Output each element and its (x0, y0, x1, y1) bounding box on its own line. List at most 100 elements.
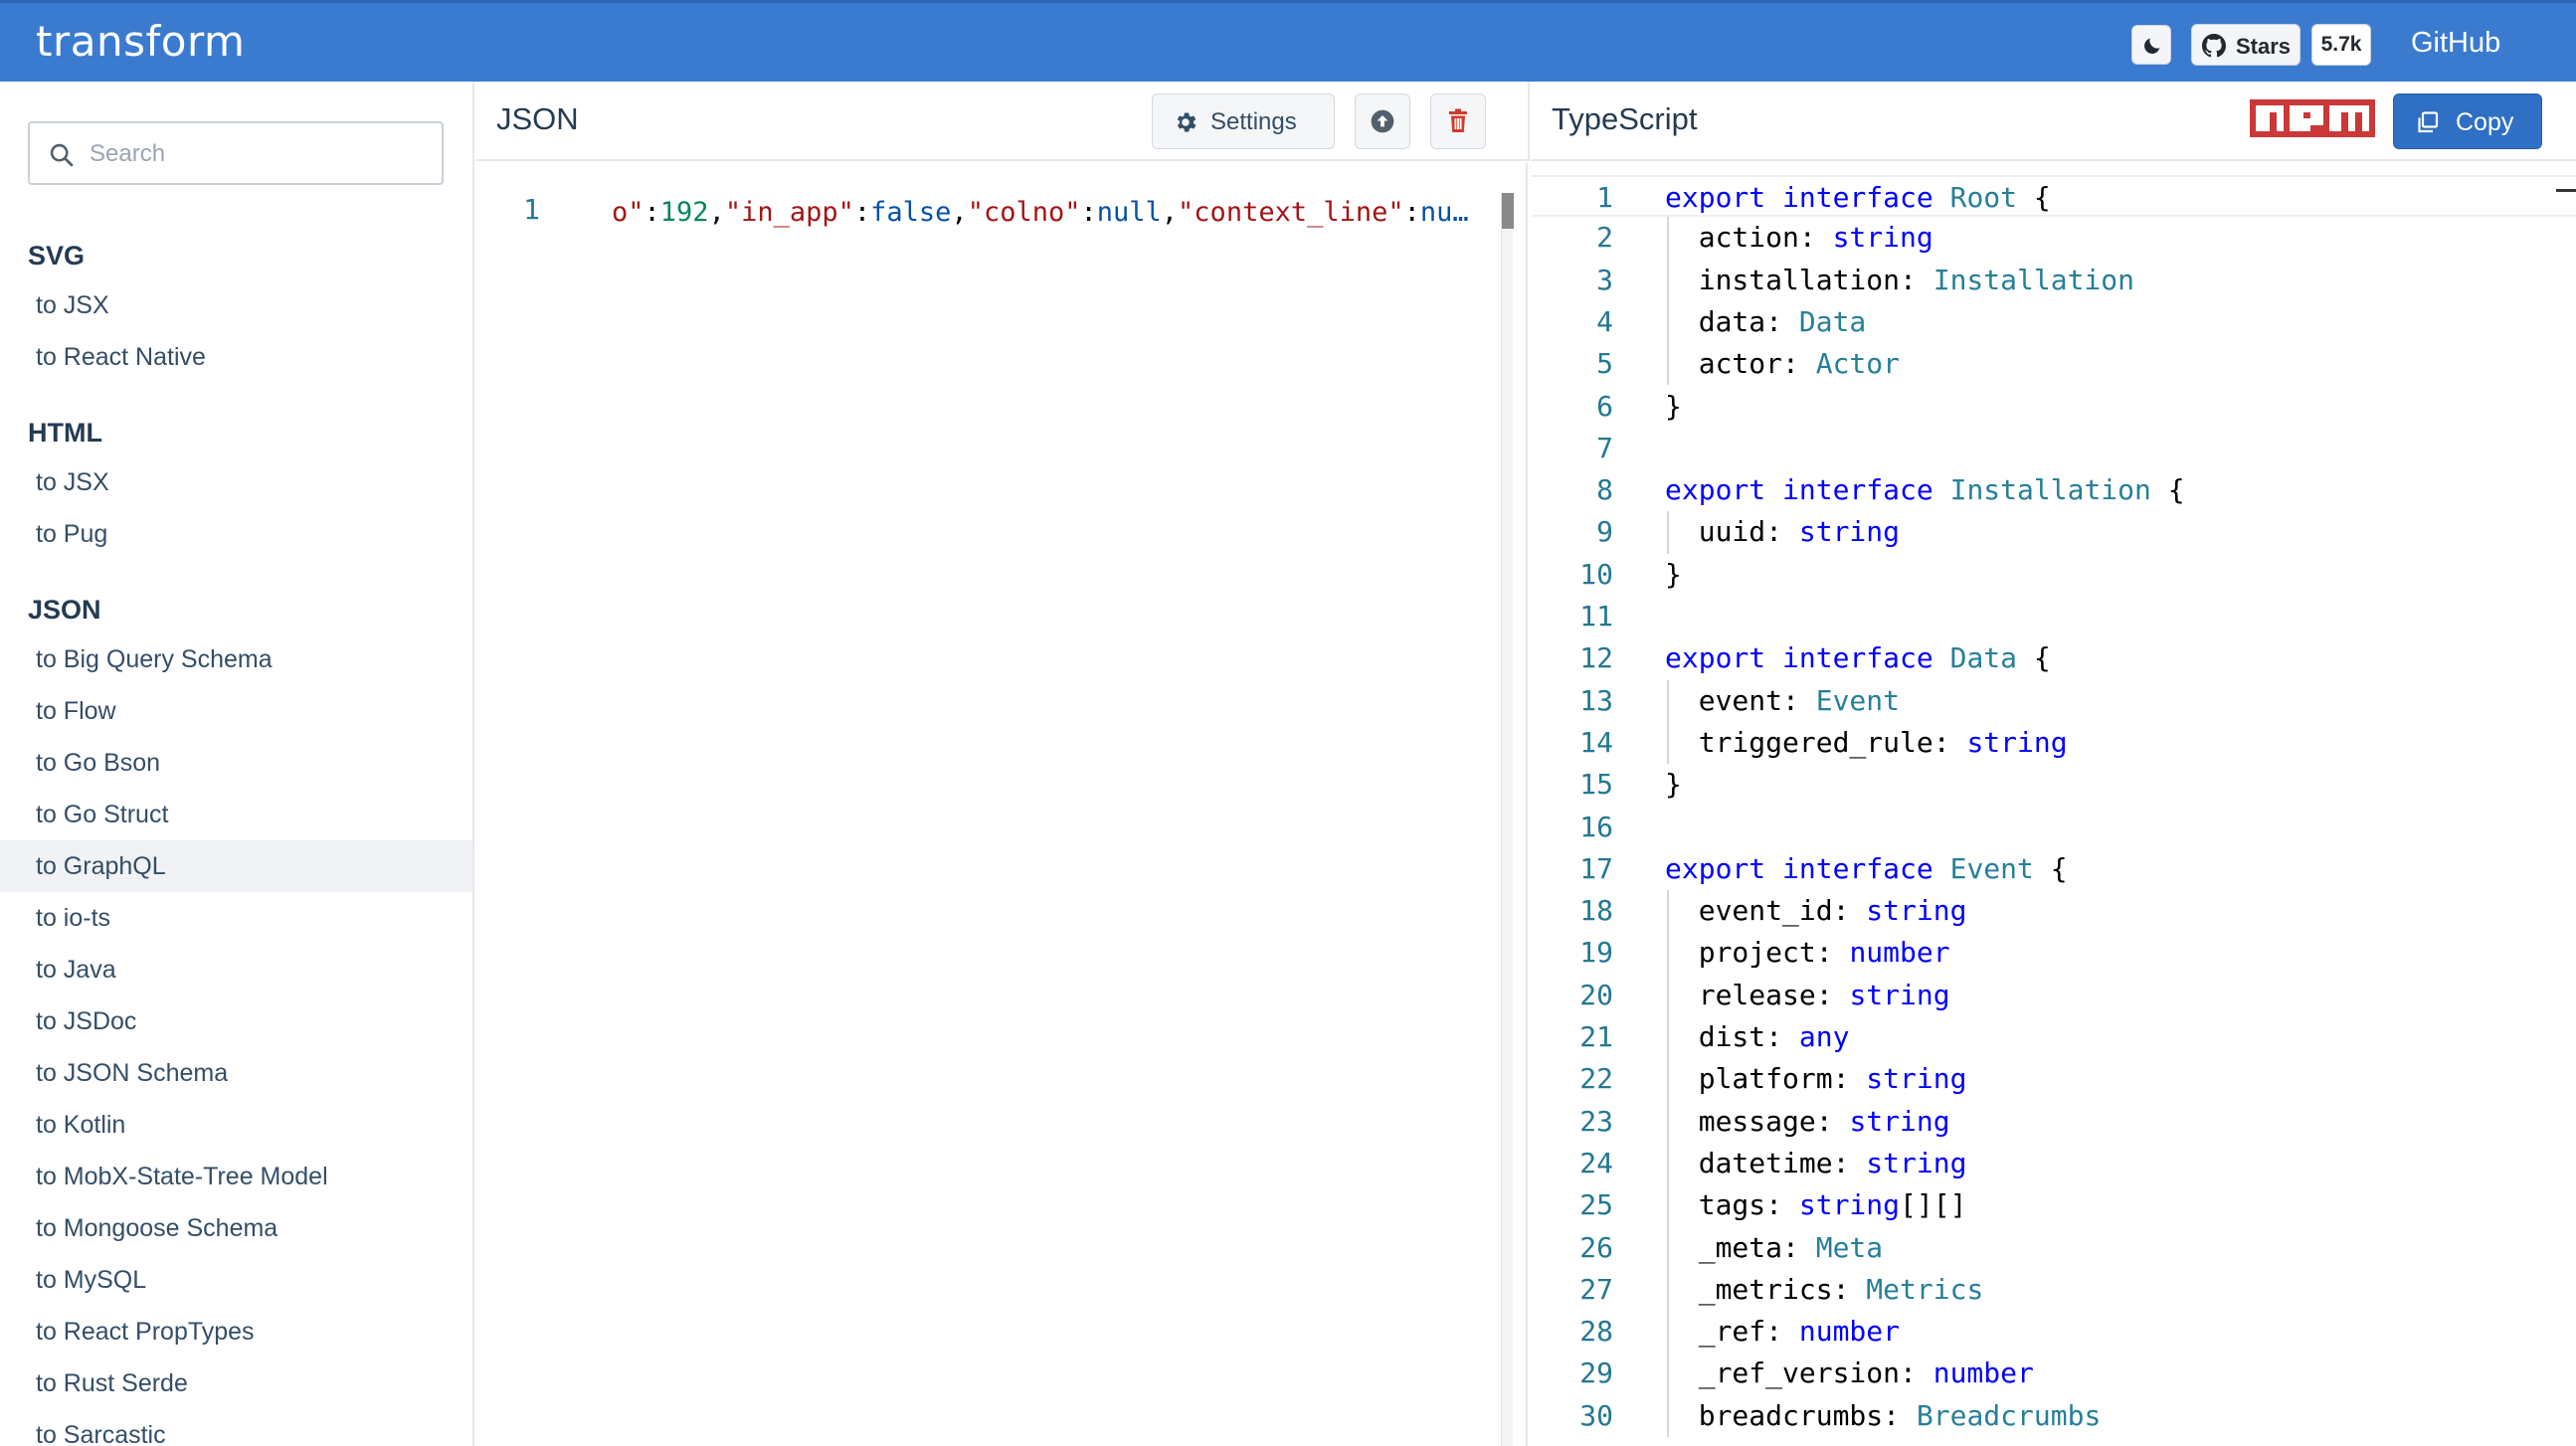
ts-token: event_id: (1665, 894, 1867, 928)
sidebar-item-mysql[interactable]: to MySQL (0, 1254, 472, 1306)
sidebar-item-flow[interactable]: to Flow (0, 685, 472, 737)
ts-token: export (1665, 473, 1766, 507)
json-editor[interactable]: 1 o":192,"in_app":false,"colno":null,"co… (476, 163, 1528, 1446)
ts-code-line[interactable]: 26 _meta: Meta (1532, 1227, 2576, 1269)
sidebar-item-java[interactable]: to Java (0, 944, 472, 995)
ts-code-line[interactable]: 15} (1532, 764, 2576, 806)
ts-code-line[interactable]: 27 _metrics: Metrics (1532, 1269, 2576, 1311)
settings-label: Settings (1210, 108, 1297, 135)
sidebar-item-html-to-pug[interactable]: to Pug (0, 508, 472, 560)
ts-line-number: 18 (1579, 894, 1613, 928)
npm-logo[interactable] (2250, 99, 2375, 137)
indent-guide (1667, 890, 1669, 1437)
stars-count[interactable]: 5.7k (2311, 24, 2371, 66)
json-token: "colno" (967, 197, 1081, 228)
theme-toggle-button[interactable] (2131, 25, 2171, 65)
ts-code-line[interactable]: 5 actor: Actor (1532, 343, 2576, 385)
ts-token (1933, 181, 1950, 214)
ts-line-code: data: Data (1665, 301, 1867, 343)
ts-code-line[interactable]: 22 platform: string (1532, 1058, 2576, 1100)
sidebar-item-go-bson[interactable]: to Go Bson (0, 737, 472, 789)
sidebar-item-html-to-jsx[interactable]: to JSX (0, 456, 472, 508)
ts-token: triggered_rule: (1665, 725, 1967, 759)
json-token: o" (612, 197, 644, 228)
ts-token: interface (1782, 641, 1933, 675)
ts-code-line[interactable]: 18 event_id: string (1532, 890, 2576, 932)
ts-line-number: 6 (1596, 389, 1613, 423)
ts-line-number: 26 (1579, 1230, 1613, 1264)
ts-code-line[interactable]: 20 release: string (1532, 975, 2576, 1016)
sidebar-item-mongoose-schema[interactable]: to Mongoose Schema (0, 1202, 472, 1254)
json-token: "in_app" (724, 197, 854, 228)
ts-token: installation: (1665, 263, 1933, 296)
upload-button[interactable] (1355, 93, 1410, 149)
ts-line-code: message: string (1665, 1101, 1950, 1143)
sidebar-item-sarcastic[interactable]: to Sarcastic (0, 1409, 472, 1446)
ts-code-line[interactable]: 19 project: number (1532, 932, 2576, 974)
settings-button[interactable]: Settings (1152, 93, 1335, 149)
json-vertical-scrollbar[interactable] (1501, 193, 1514, 1446)
sidebar-item-kotlin[interactable]: to Kotlin (0, 1099, 472, 1151)
ts-code-line[interactable]: 21 dist: any (1532, 1016, 2576, 1058)
ts-code-line[interactable]: 13 event: Event (1532, 680, 2576, 722)
sidebar-item-graphql[interactable]: to GraphQL (0, 840, 472, 892)
ts-code-line[interactable]: 7 (1532, 428, 2576, 469)
ts-code-line[interactable]: 30 breadcrumbs: Breadcrumbs (1532, 1395, 2576, 1437)
ts-code-line[interactable]: 4 data: Data (1532, 301, 2576, 343)
ts-code-line[interactable]: 12 export interface Data { (1532, 637, 2576, 679)
sidebar-item-svg-to-react-native[interactable]: to React Native (0, 331, 472, 383)
github-link[interactable]: GitHub (2411, 27, 2500, 60)
ts-code-line[interactable]: 24 datetime: string (1532, 1143, 2576, 1184)
ts-line-code: tags: string[][] (1665, 1184, 1967, 1226)
sidebar-item-big-query-schema[interactable]: to Big Query Schema (0, 633, 472, 685)
ts-code-line[interactable]: 16 (1532, 807, 2576, 848)
sidebar-item-rust-serde[interactable]: to Rust Serde (0, 1357, 472, 1409)
gear-icon (1177, 112, 1196, 132)
ts-code-line[interactable]: 11 (1532, 596, 2576, 637)
sidebar-item-react-proptypes[interactable]: to React PropTypes (0, 1306, 472, 1357)
typescript-output-editor[interactable]: 1 export interface Root {2 action: string… (1532, 163, 2576, 1446)
ts-code-line[interactable]: 1 export interface Root { (1532, 175, 2576, 217)
json-token: nu… (1419, 197, 1469, 228)
delete-button[interactable] (1430, 93, 1486, 149)
ts-line-code: installation: Installation (1665, 260, 2134, 301)
ts-token (1765, 473, 1782, 506)
ts-code-line[interactable]: 17 export interface Event { (1532, 848, 2576, 890)
sidebar-item-go-struct[interactable]: to Go Struct (0, 789, 472, 840)
sidebar-item-svg-to-jsx[interactable]: to JSX (0, 279, 472, 331)
sidebar-item-json-schema[interactable]: to JSON Schema (0, 1047, 472, 1099)
ts-code-line[interactable]: 23 message: string (1532, 1101, 2576, 1143)
sidebar-item-jsdoc[interactable]: to JSDoc (0, 995, 472, 1047)
ts-token: number (1798, 1315, 1901, 1349)
ts-line-number: 7 (1596, 431, 1613, 464)
ts-line-number: 1 (1596, 181, 1613, 214)
json-scroll-thumb[interactable] (1502, 193, 1514, 229)
ts-code-line[interactable]: 25 tags: string[][] (1532, 1184, 2576, 1226)
ts-code-line[interactable]: 3 installation: Installation (1532, 260, 2576, 301)
ts-token: any (1798, 1020, 1850, 1053)
json-code-line[interactable]: o":192,"in_app":false,"colno":null,"cont… (612, 193, 1501, 233)
json-token: : (1080, 197, 1097, 228)
search-icon (50, 143, 74, 167)
top-header: transform Stars 5.7k GitHub (0, 0, 2576, 82)
json-token: false (870, 197, 952, 228)
ts-code-line[interactable]: 6} (1532, 386, 2576, 428)
ts-line-code: event: Event (1665, 680, 1900, 722)
ts-token: Installation (1949, 473, 2151, 507)
ts-token: } (1665, 768, 1682, 802)
copy-button[interactable]: Copy (2393, 93, 2542, 149)
ts-code-line[interactable]: 9 uuid: string (1532, 511, 2576, 553)
ts-code-line[interactable]: 14 triggered_rule: string (1532, 722, 2576, 764)
sidebar-item-io-ts[interactable]: to io-ts (0, 892, 472, 944)
ts-code-line[interactable]: 8 export interface Installation { (1532, 469, 2576, 511)
brand-logo[interactable]: transform (36, 17, 245, 66)
ts-code-line[interactable]: 29 _ref_version: number (1532, 1353, 2576, 1394)
ts-code-line[interactable]: 10} (1532, 554, 2576, 596)
ts-code-line[interactable]: 2 action: string (1532, 217, 2576, 259)
ts-token (1765, 641, 1782, 674)
github-stars-button[interactable]: Stars (2191, 24, 2300, 66)
sidebar-item-mobx-state-tree[interactable]: to MobX-State-Tree Model (0, 1151, 472, 1202)
ts-line-code: triggered_rule: string (1665, 722, 2068, 764)
ts-code-line[interactable]: 28 _ref: number (1532, 1311, 2576, 1353)
search-input[interactable] (90, 135, 428, 173)
